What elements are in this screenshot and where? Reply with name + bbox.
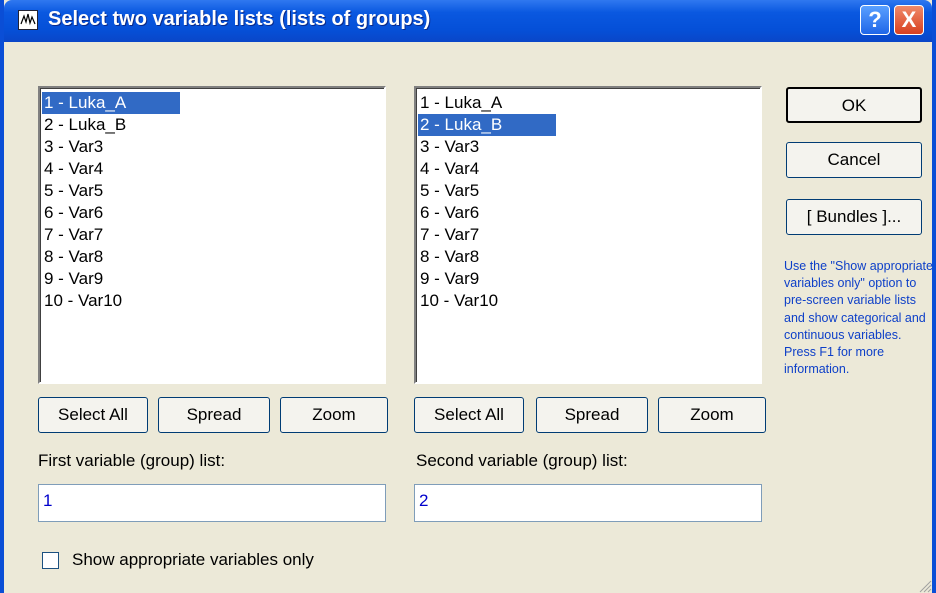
first-list-label: First variable (group) list: <box>38 451 226 470</box>
spread-button-1[interactable]: Spread <box>158 397 270 433</box>
list-item[interactable]: 9 - Var9 <box>42 268 384 290</box>
list-item[interactable]: 2 - Luka_B <box>42 114 384 136</box>
first-list-field[interactable]: 1 <box>38 484 386 522</box>
list-item[interactable]: 3 - Var3 <box>42 136 384 158</box>
zoom-button-1[interactable]: Zoom <box>280 397 388 433</box>
list-item[interactable]: 6 - Var6 <box>418 202 760 224</box>
list-item[interactable]: 9 - Var9 <box>418 268 760 290</box>
list-item[interactable]: 1 - Luka_A <box>418 92 760 114</box>
list-item[interactable]: 1 - Luka_A <box>42 92 180 114</box>
list-item[interactable]: 3 - Var3 <box>418 136 760 158</box>
list-item[interactable]: 2 - Luka_B <box>418 114 556 136</box>
window-title: Select two variable lists (lists of grou… <box>48 8 431 30</box>
close-button[interactable]: X <box>894 5 924 35</box>
bundles-button[interactable]: [ Bundles ]... <box>786 199 922 235</box>
dialog-window: Select two variable lists (lists of grou… <box>0 0 936 593</box>
list-item[interactable]: 7 - Var7 <box>42 224 384 246</box>
second-variable-listbox[interactable]: 1 - Luka_A 2 - Luka_B 3 - Var3 4 - Var4 … <box>414 86 762 384</box>
resize-grip-icon[interactable] <box>916 577 932 593</box>
list-item[interactable]: 10 - Var10 <box>418 290 760 312</box>
list-item[interactable]: 4 - Var4 <box>42 158 384 180</box>
ok-button[interactable]: OK <box>786 87 922 123</box>
second-list-field[interactable]: 2 <box>414 484 762 522</box>
list-item[interactable]: 5 - Var5 <box>42 180 384 202</box>
list-item[interactable]: 8 - Var8 <box>418 246 760 268</box>
select-all-button-2[interactable]: Select All <box>414 397 524 433</box>
zoom-button-2[interactable]: Zoom <box>658 397 766 433</box>
info-text: Use the "Show appropriate variables only… <box>784 259 933 377</box>
select-all-button-1[interactable]: Select All <box>38 397 148 433</box>
cancel-button[interactable]: Cancel <box>786 142 922 178</box>
list-item[interactable]: 7 - Var7 <box>418 224 760 246</box>
second-list-label: Second variable (group) list: <box>416 451 628 470</box>
list-item[interactable]: 4 - Var4 <box>418 158 760 180</box>
list-item[interactable]: 8 - Var8 <box>42 246 384 268</box>
list-item[interactable]: 5 - Var5 <box>418 180 760 202</box>
help-button[interactable]: ? <box>860 5 890 35</box>
app-icon <box>18 10 38 30</box>
first-variable-listbox[interactable]: 1 - Luka_A 2 - Luka_B 3 - Var3 4 - Var4 … <box>38 86 386 384</box>
spread-button-2[interactable]: Spread <box>536 397 648 433</box>
list-item[interactable]: 10 - Var10 <box>42 290 384 312</box>
list-item[interactable]: 6 - Var6 <box>42 202 384 224</box>
checkbox-label[interactable]: Show appropriate variables only <box>72 550 314 570</box>
title-bar[interactable]: Select two variable lists (lists of grou… <box>4 0 932 42</box>
show-appropriate-checkbox[interactable] <box>42 552 59 569</box>
